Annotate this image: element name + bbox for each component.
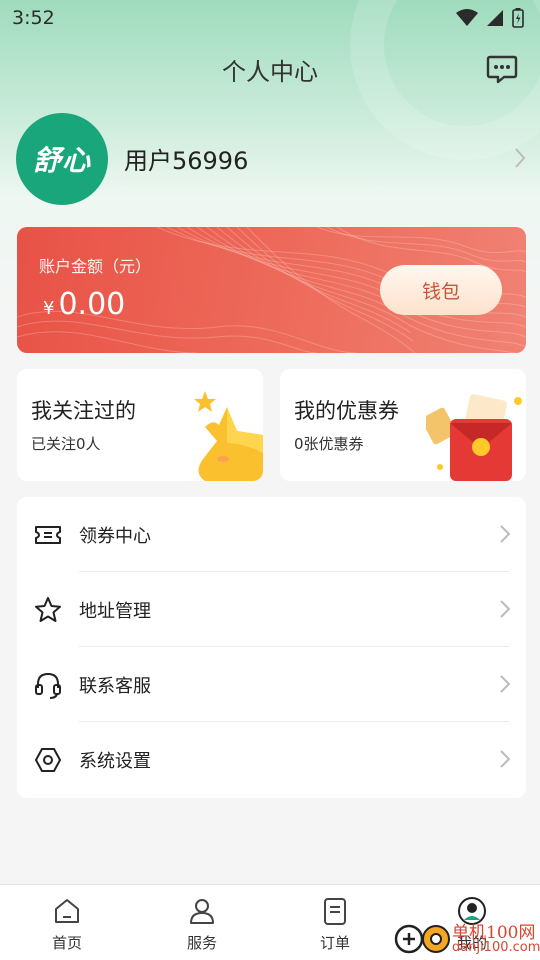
watermark-subtext: danji100.com [452,940,540,955]
page-title: 个人中心 [222,58,318,86]
wallet-label: 账户金额（元） [39,257,152,276]
order-icon [324,898,346,925]
avatar[interactable]: 舒心 [16,113,108,205]
headset-icon [35,672,61,699]
following-count: 已关注0人 [31,435,101,453]
currency-symbol: ¥ [43,298,55,319]
tab-home[interactable]: 首页 [17,885,117,960]
username: 用户56996 [124,147,249,175]
following-card[interactable]: 我关注过的 已关注0人 [17,369,263,481]
status-time: 3:52 [12,7,55,29]
wallet-card[interactable]: 账户金额（元） ¥0.00 钱包 [17,227,526,353]
coupons-count: 0张优惠券 [294,435,364,453]
wallet-button[interactable]: 钱包 [380,265,502,315]
chevron-right-icon [515,148,526,168]
tab-label: 服务 [186,934,217,952]
tab-label: 订单 [319,934,350,952]
star-illustration-icon [194,391,263,481]
ticket-icon [35,526,61,544]
red-envelope-illustration-icon [426,394,522,481]
battery-icon [512,8,524,28]
chevron-right-icon [500,600,510,618]
menu-item-coupon-center[interactable]: 领券中心 [17,497,526,572]
user-icon [190,899,214,924]
menu-item-settings[interactable]: 系统设置 [17,722,526,797]
following-title: 我关注过的 [31,399,136,423]
tab-services[interactable]: 服务 [152,885,252,960]
tab-orders[interactable]: 订单 [285,885,385,960]
menu-item-address[interactable]: 地址管理 [17,572,526,647]
menu-list: 领券中心 地址管理 联系客服 系统设置 [17,497,526,798]
wallet-amount: ¥0.00 [43,287,125,322]
coupons-card[interactable]: 我的优惠券 0张优惠券 [280,369,526,481]
chevron-right-icon [500,750,510,768]
wifi-icon [456,9,478,26]
settings-icon [35,748,61,772]
status-bar: 3:52 [0,0,540,36]
chevron-right-icon [500,525,510,543]
coupons-title: 我的优惠券 [294,399,399,423]
menu-label: 地址管理 [79,601,151,622]
menu-label: 系统设置 [79,751,151,772]
chevron-right-icon [500,675,510,693]
signal-icon [487,10,503,26]
message-icon [486,55,518,84]
star-icon [35,597,61,622]
header: 个人中心 [0,36,540,100]
wallet-amount-value: 0.00 [58,287,126,322]
menu-item-customer-service[interactable]: 联系客服 [17,647,526,722]
profile-row[interactable]: 舒心 用户56996 [16,113,526,205]
menu-label: 领券中心 [79,526,151,547]
menu-label: 联系客服 [79,676,151,697]
status-icons [456,8,524,28]
home-icon [55,899,79,923]
tab-label: 首页 [51,934,82,952]
message-button[interactable] [486,52,518,84]
